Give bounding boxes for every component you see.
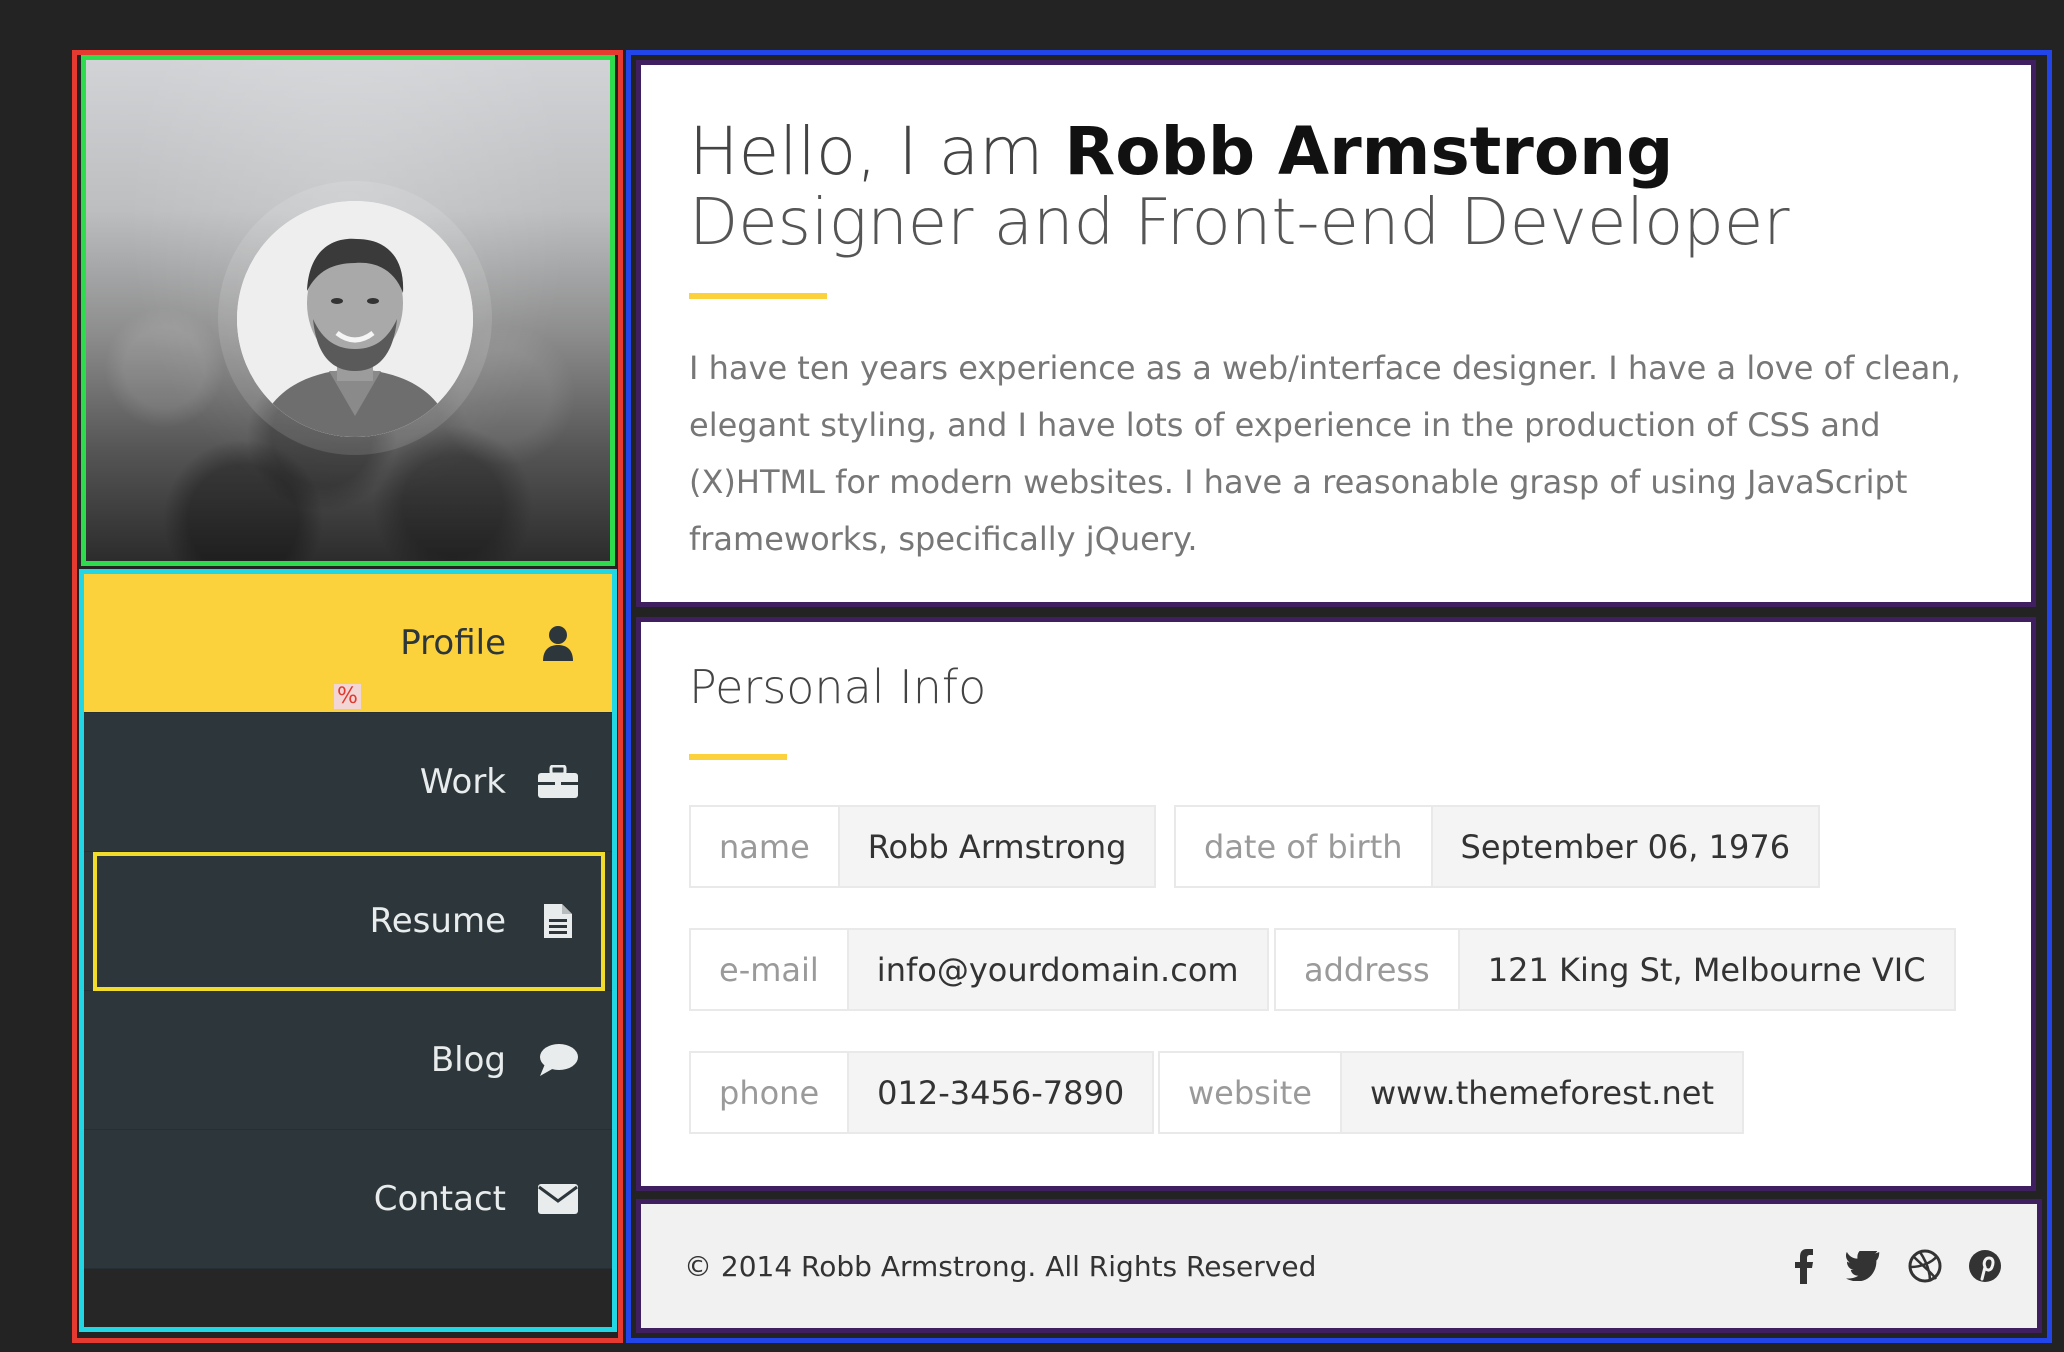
- nav-item-blog[interactable]: Blog: [84, 991, 612, 1130]
- info-key: address: [1276, 930, 1460, 1009]
- nav-item-label: Profile: [400, 623, 506, 663]
- overlay-badge: %: [334, 684, 361, 709]
- avatar: [237, 201, 473, 437]
- profile-bio: I have ten years experience as a web/int…: [689, 349, 1961, 558]
- nav-item-label: Resume: [369, 901, 506, 941]
- info-value: 121 King St, Melbourne VIC: [1459, 930, 1954, 1009]
- briefcase-icon: [536, 760, 580, 804]
- nav-item-label: Blog: [430, 1040, 506, 1080]
- envelope-icon: [536, 1177, 580, 1221]
- info-value[interactable]: www.themeforest.net: [1341, 1053, 1742, 1132]
- dribbble-icon[interactable]: [1903, 1244, 1947, 1288]
- comment-icon: [536, 1038, 580, 1082]
- nav-item-work[interactable]: Work: [84, 713, 612, 852]
- info-field-name: name Robb Armstrong: [689, 805, 1157, 888]
- info-value: 012-3456-7890: [849, 1053, 1153, 1132]
- section-title: Personal Info: [689, 660, 987, 714]
- greeting-heading: Hello, I am Robb Armstrong: [689, 113, 1673, 191]
- copyright-text: © 2014 Robb Armstrong. All Rights Reserv…: [684, 1250, 1317, 1283]
- info-key: name: [691, 807, 840, 886]
- personal-info-panel: Personal Info name Robb Armstrong date o…: [636, 617, 2036, 1191]
- profile-name: Robb Armstrong: [1064, 113, 1674, 190]
- user-icon: [536, 621, 580, 665]
- info-key: e-mail: [691, 930, 849, 1009]
- nav-item-label: Contact: [373, 1179, 506, 1219]
- facebook-icon[interactable]: [1782, 1244, 1826, 1288]
- greeting-text: Hello, I am: [689, 113, 1065, 190]
- nav-item-label: Work: [419, 762, 506, 802]
- info-key: phone: [691, 1053, 850, 1132]
- info-value: September 06, 1976: [1432, 807, 1819, 886]
- info-key: website: [1160, 1053, 1342, 1132]
- document-icon: [536, 899, 580, 943]
- info-field-email: e-mail info@yourdomain.com: [689, 928, 1269, 1011]
- intro-panel: Hello, I am Robb Armstrong Designer and …: [636, 60, 2036, 607]
- pinterest-icon[interactable]: [1963, 1244, 2007, 1288]
- sidebar-nav: Profile % Work Resume Blog Contact: [79, 569, 617, 1332]
- info-value[interactable]: info@yourdomain.com: [848, 930, 1267, 1009]
- accent-divider: [689, 293, 827, 299]
- nav-item-contact[interactable]: Contact: [84, 1130, 612, 1269]
- info-field-address: address 121 King St, Melbourne VIC: [1274, 928, 1956, 1011]
- profile-hero: [81, 55, 615, 566]
- accent-divider: [689, 754, 787, 760]
- profile-role: Designer and Front-end Developer: [689, 186, 1790, 260]
- nav-item-resume[interactable]: Resume: [84, 852, 612, 991]
- twitter-icon[interactable]: [1842, 1244, 1886, 1288]
- info-field-phone: phone 012-3456-7890: [689, 1051, 1155, 1134]
- info-value: Robb Armstrong: [839, 807, 1155, 886]
- info-field-dob: date of birth September 06, 1976: [1174, 805, 1821, 888]
- info-key: date of birth: [1176, 807, 1433, 886]
- info-field-website: website www.themeforest.net: [1158, 1051, 1744, 1134]
- page-footer: © 2014 Robb Armstrong. All Rights Reserv…: [636, 1199, 2042, 1333]
